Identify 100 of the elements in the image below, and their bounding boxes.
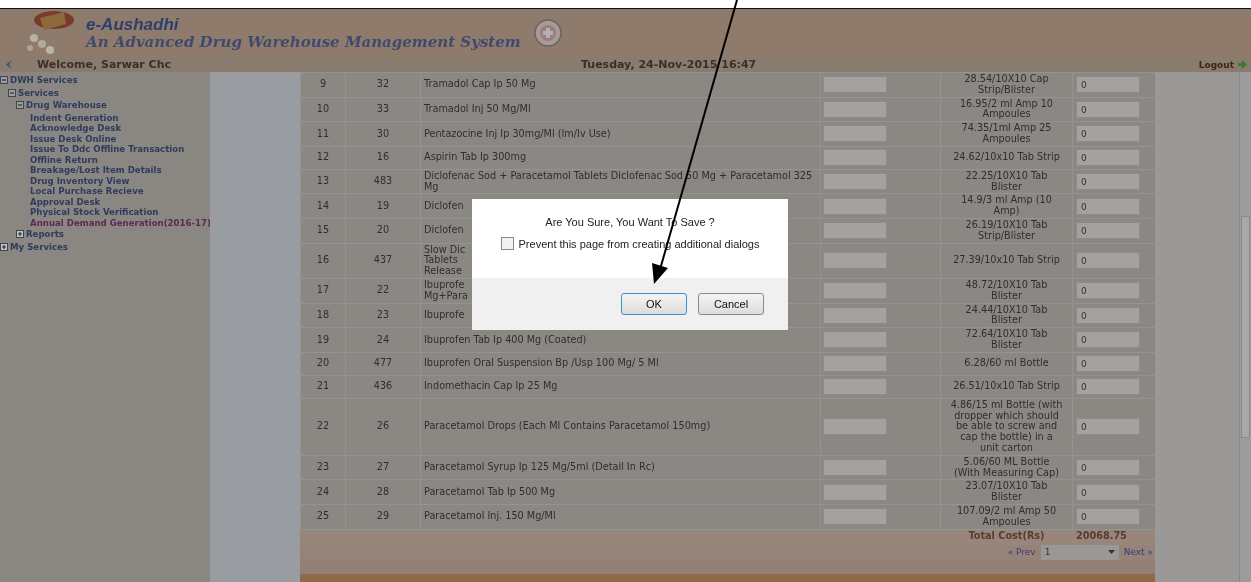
table-cell: 28	[345, 479, 421, 505]
table-cell: Ibuprofen Oral Suspension Bp /Usp 100 Mg/ 5 Ml	[420, 352, 821, 376]
sidebar-item[interactable]: Physical Stock Verification	[30, 207, 159, 217]
table-cell: 27.39/10x10 Tab Strip	[940, 243, 1073, 279]
table-cell: 14.9/3 ml Amp (10 Amp)	[940, 193, 1073, 219]
quantity-field[interactable]: 0	[1076, 306, 1140, 324]
sidebar-group[interactable]: Reports	[26, 229, 64, 240]
back-arrow-icon[interactable]	[4, 59, 13, 70]
table-cell: 483	[345, 169, 421, 194]
table-cell: 107.09/2 ml Amp 50 Ampoules	[940, 504, 1073, 529]
input-field[interactable]	[823, 252, 887, 270]
table-cell: 25	[300, 504, 346, 529]
quantity-field[interactable]: 0	[1076, 197, 1140, 215]
toggle-icon[interactable]	[16, 101, 24, 110]
checkbox[interactable]	[500, 237, 514, 250]
sidebar-item[interactable]: Issue Desk Online	[30, 133, 117, 144]
sidebar-group[interactable]: Services	[18, 87, 59, 98]
table-cell: 6.28/60 ml Bottle	[940, 352, 1073, 376]
table-cell: Paracetamol Tab Ip 500 Mg	[420, 479, 821, 505]
scrollbar[interactable]	[1239, 72, 1251, 582]
sidebar-item[interactable]: Breakage/Lost Item Details	[30, 165, 162, 175]
table-cell: 23	[345, 303, 421, 328]
quantity-field[interactable]: 0	[1076, 100, 1140, 118]
table-cell: 27	[345, 455, 421, 480]
input-field[interactable]	[823, 483, 887, 501]
table-cell: Pentazocine Inj Ip 30mg/Ml (Im/Iv Use)	[420, 121, 821, 147]
input-field[interactable]	[823, 149, 887, 167]
exit-arrow-icon	[1238, 60, 1247, 69]
table-cell: Tramadol Inj 50 Mg/Ml	[420, 97, 821, 122]
app-name: e-Aushadhi	[86, 15, 180, 34]
quantity-field[interactable]: 0	[1076, 282, 1140, 300]
quantity-field[interactable]: 0	[1076, 508, 1140, 526]
quantity-field[interactable]: 0	[1076, 483, 1140, 501]
sidebar-item[interactable]: Annual Demand Generation(2016-17)	[30, 217, 211, 228]
table-cell: 18	[300, 303, 346, 328]
quantity-field[interactable]: 0	[1076, 252, 1140, 270]
table-cell: 19	[345, 193, 421, 219]
table-cell: 19	[300, 327, 346, 353]
quantity-field[interactable]: 0	[1076, 355, 1140, 373]
quantity-field[interactable]: 0	[1076, 459, 1140, 476]
prev-link[interactable]: « Prev	[1007, 547, 1036, 557]
sidebar-item[interactable]: Local Purchase Recieve	[30, 186, 144, 196]
input-field[interactable]	[823, 331, 887, 349]
input-field[interactable]	[823, 282, 887, 300]
quantity-field[interactable]: 0	[1076, 76, 1140, 94]
toggle-icon[interactable]	[16, 230, 24, 239]
quantity-field[interactable]: 0	[1076, 331, 1140, 349]
input-field[interactable]	[823, 100, 887, 118]
input-field[interactable]	[823, 197, 887, 215]
quantity-field[interactable]: 0	[1076, 149, 1140, 167]
table-cell: 16	[345, 146, 421, 170]
table-cell: 33	[345, 97, 421, 122]
quantity-field[interactable]: 0	[1076, 418, 1140, 436]
input-field[interactable]	[823, 222, 887, 240]
sidebar-item[interactable]: Approval Desk	[30, 196, 101, 207]
table-cell: 29	[345, 504, 421, 529]
toggle-icon[interactable]	[8, 88, 16, 97]
quantity-field[interactable]: 0	[1076, 222, 1140, 240]
table-cell: 17	[300, 278, 346, 304]
table-cell: 10	[300, 97, 346, 122]
table-cell: 72.64/10X10 Tab Blister	[940, 327, 1073, 353]
sidebar-group[interactable]: My Services	[10, 241, 68, 252]
input-field[interactable]	[823, 76, 887, 94]
quantity-field[interactable]: 0	[1076, 378, 1140, 396]
input-field[interactable]	[823, 459, 887, 476]
sidebar-item[interactable]: Offline Return	[30, 154, 98, 165]
sidebar-group[interactable]: Drug Warehouse	[26, 100, 107, 111]
sidebar-item[interactable]: Indent Generation	[30, 112, 119, 123]
sidebar-group[interactable]: DWH Services	[10, 75, 78, 86]
emblem-icon	[532, 18, 563, 48]
table-cell: Paracetamol Syrup Ip 125 Mg/5ml (Detail In Rc)	[420, 455, 821, 480]
input-field[interactable]	[823, 508, 887, 526]
table-cell: 22.25/10X10 Tab Blister	[940, 169, 1073, 194]
sidebar-item[interactable]: Acknowledge Desk	[30, 123, 122, 133]
table-cell: 5.06/60 ML Bottle (With Measuring Cap)	[940, 455, 1073, 480]
input-field[interactable]	[823, 355, 887, 373]
sidebar-item[interactable]: Issue To Ddc Offline Transaction	[30, 144, 185, 154]
table-cell: 9	[300, 72, 346, 98]
quantity-field[interactable]: 0	[1076, 173, 1140, 191]
table-cell: 26.51/10x10 Tab Strip	[940, 375, 1073, 399]
ok-button[interactable]: OK	[621, 293, 687, 315]
table-cell: 26.19/10X10 Tab Strip/Blister	[940, 218, 1073, 244]
quantity-field[interactable]: 0	[1076, 125, 1140, 143]
next-link[interactable]: Next »	[1123, 547, 1153, 557]
input-field[interactable]	[823, 173, 887, 191]
input-field[interactable]	[823, 418, 887, 436]
cancel-button[interactable]: Cancel	[698, 293, 764, 315]
table-cell: 24	[300, 479, 346, 505]
toggle-icon[interactable]	[0, 76, 8, 85]
table-cell: 21	[300, 375, 346, 399]
logout-link[interactable]: Logout	[1198, 59, 1234, 70]
sidebar-item[interactable]: Drug Inventory View	[30, 175, 130, 186]
input-field[interactable]	[823, 306, 887, 324]
table-cell: 48.72/10X10 Tab Blister	[940, 278, 1073, 304]
table-cell: 22	[300, 398, 346, 456]
toggle-icon[interactable]	[0, 242, 8, 251]
input-field[interactable]	[823, 378, 887, 396]
table-cell: Paracetamol Drops (Each Ml Contains Paracetamol 150mg)	[420, 398, 821, 456]
input-field[interactable]	[823, 125, 887, 143]
caret-icon	[1107, 550, 1115, 554]
